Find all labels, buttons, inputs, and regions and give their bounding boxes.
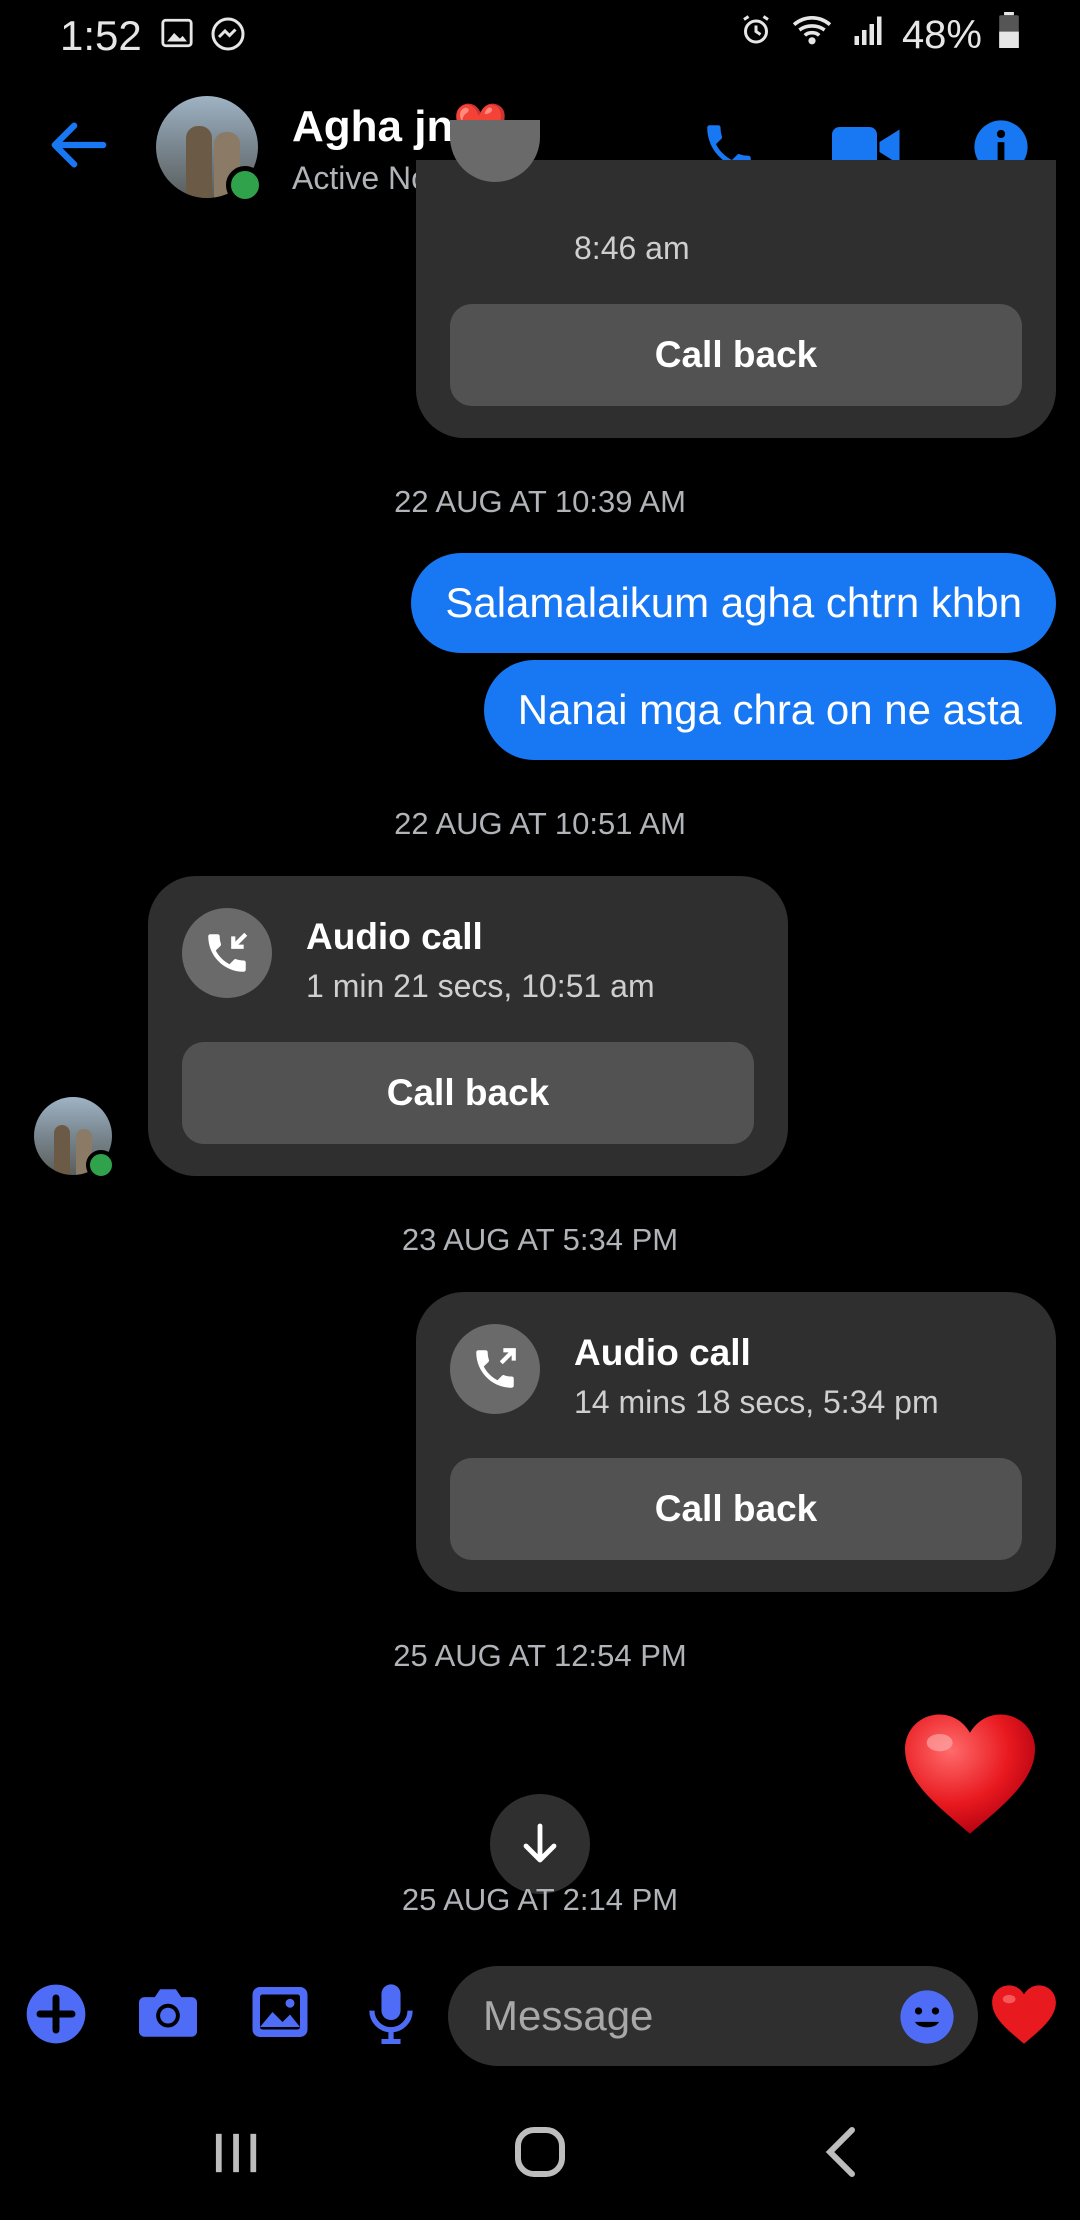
call-card-incoming: Audio call 1 min 21 secs, 10:51 am Call … bbox=[148, 876, 788, 1176]
home-icon bbox=[515, 2127, 565, 2177]
online-indicator bbox=[226, 166, 264, 204]
send-like-button[interactable] bbox=[990, 1982, 1058, 2051]
timestamp: 23 AUG AT 5:34 PM bbox=[401, 1222, 679, 1257]
outgoing-call-icon bbox=[450, 1324, 540, 1414]
status-right: 48% bbox=[738, 12, 1020, 58]
camera-button[interactable] bbox=[136, 1984, 200, 2047]
alarm-icon bbox=[738, 12, 774, 58]
plus-icon bbox=[26, 1984, 86, 2044]
recents-icon bbox=[215, 2133, 257, 2173]
call-title: Audio call bbox=[574, 1332, 751, 1373]
heart-icon bbox=[992, 1985, 1056, 2044]
message-placeholder: Message bbox=[483, 1992, 654, 2039]
scroll-to-bottom-button[interactable] bbox=[490, 1794, 590, 1894]
voice-message-button[interactable] bbox=[366, 1982, 416, 2049]
heart-emoji-message[interactable] bbox=[900, 1708, 1040, 1843]
message-bubble-outgoing[interactable]: Salamalaikum agha chtrn khbn bbox=[411, 553, 1056, 653]
wifi-icon bbox=[790, 12, 834, 58]
back-nav-button[interactable] bbox=[822, 2126, 858, 2183]
incoming-call-icon bbox=[182, 908, 272, 998]
more-actions-button[interactable] bbox=[24, 1982, 88, 2051]
recents-button[interactable] bbox=[212, 2130, 262, 2181]
call-back-button[interactable]: Call back bbox=[182, 1042, 754, 1144]
call-title: Audio call bbox=[306, 916, 483, 957]
home-button[interactable] bbox=[512, 2124, 568, 2185]
timestamp: 22 AUG AT 10:51 AM bbox=[394, 806, 686, 841]
message-bubble-outgoing[interactable]: Nanai mga chra on ne asta bbox=[483, 660, 1056, 760]
call-card-outgoing: Audio call 14 mins 18 secs, 5:34 pm Call… bbox=[416, 1292, 1056, 1592]
online-indicator bbox=[86, 1150, 116, 1180]
back-arrow-icon bbox=[51, 122, 107, 168]
emoji-icon bbox=[900, 1990, 954, 2044]
status-time: 1:52 bbox=[60, 12, 142, 59]
gallery-icon bbox=[252, 1987, 308, 2037]
back-button[interactable] bbox=[50, 120, 108, 175]
camera-icon bbox=[139, 1989, 197, 2037]
call-card-top: 8:46 am Call back bbox=[416, 120, 1056, 438]
arrow-down-icon bbox=[523, 1823, 557, 1863]
emoji-button[interactable] bbox=[898, 1988, 956, 2051]
gallery-button[interactable] bbox=[250, 1982, 310, 2047]
battery-icon bbox=[998, 12, 1020, 58]
microphone-icon bbox=[369, 1984, 413, 2045]
gallery-notification-icon bbox=[160, 16, 194, 55]
timestamp: 25 AUG AT 2:14 PM bbox=[401, 1882, 679, 1917]
call-circle bbox=[450, 120, 540, 182]
message-text: Salamalaikum agha chtrn khbn bbox=[411, 553, 1056, 653]
call-time: 8:46 am bbox=[574, 230, 690, 266]
call-subtitle: 1 min 21 secs, 10:51 am bbox=[306, 968, 655, 1004]
signal-icon bbox=[850, 12, 886, 58]
call-subtitle: 14 mins 18 secs, 5:34 pm bbox=[574, 1384, 939, 1420]
message-text: Nanai mga chra on ne asta bbox=[483, 660, 1056, 760]
call-back-button[interactable]: Call back bbox=[450, 304, 1022, 406]
timestamp: 25 AUG AT 12:54 PM bbox=[393, 1638, 687, 1673]
timestamp: 22 AUG AT 10:39 AM bbox=[394, 484, 686, 519]
call-back-button[interactable]: Call back bbox=[450, 1458, 1022, 1560]
battery-percent: 48% bbox=[901, 12, 982, 57]
messenger-notification-icon bbox=[210, 16, 246, 57]
chevron-left-icon bbox=[825, 2127, 855, 2177]
